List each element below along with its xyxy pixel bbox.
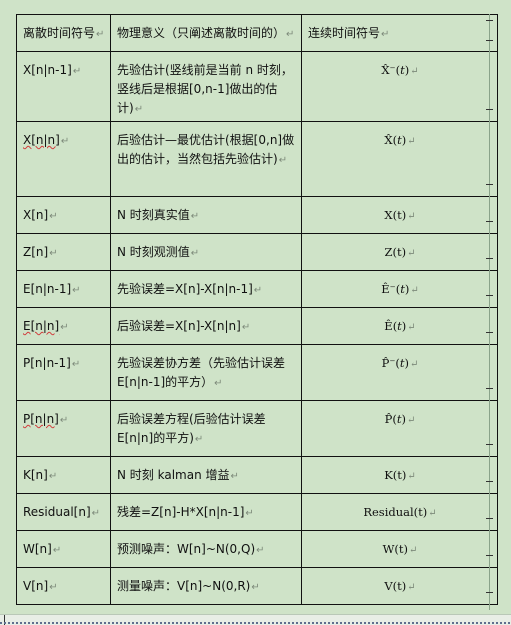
meaning-cell: 后验估计—最优估计(根据[0,n]做出的估计，当然包括先验估计)↵ [110, 121, 302, 197]
discrete-symbol-cell: K[n]↵ [16, 456, 111, 494]
continuous-symbol-cell: Z(t)↵ [301, 233, 498, 271]
row-boundary-tick [486, 481, 493, 482]
continuous-symbol-cell: K(t)↵ [301, 456, 498, 494]
header-cell: 连续时间符号↵ [301, 14, 498, 52]
table-row: K[n]↵ N 时刻 kalman 增益↵ K(t)↵ [16, 456, 498, 494]
table-row: V[n]↵ 测量噪声：V[n]~N(0,R)↵ V(t)↵ [16, 567, 498, 605]
discrete-symbol-cell: X[n|n]↵ [16, 121, 111, 197]
table-row: Residual[n]↵ 残差=Z[n]-H*X[n|n-1]↵ Residua… [16, 493, 498, 531]
row-boundary-tick [486, 555, 493, 556]
discrete-symbol-cell: Z[n]↵ [16, 233, 111, 271]
row-boundary-tick [486, 184, 493, 185]
row-boundary-tick [486, 109, 493, 110]
meaning-cell: 先验误差=X[n]-X[n|n-1]↵ [110, 270, 302, 308]
discrete-symbol-cell: W[n]↵ [16, 530, 111, 568]
meaning-cell: N 时刻真实值↵ [110, 196, 302, 234]
continuous-symbol-cell: X̂(𝑡)↵ [301, 121, 498, 197]
discrete-symbol-cell: V[n]↵ [16, 567, 111, 605]
meaning-cell: 后验误差方程(后验估计误差E[n|n]的平方)↵ [110, 400, 302, 457]
continuous-symbol-cell: W(t)↵ [301, 530, 498, 568]
meaning-cell: 残差=Z[n]-H*X[n|n-1]↵ [110, 493, 302, 531]
discrete-symbol-cell: Residual[n]↵ [16, 493, 111, 531]
table-row: P[n|n]↵ 后验误差方程(后验估计误差E[n|n]的平方)↵ P̂(𝑡)↵ [16, 400, 498, 457]
row-boundary-tick [486, 221, 493, 222]
table-row: W[n]↵ 预测噪声：W[n]~N(0,Q)↵ W(t)↵ [16, 530, 498, 568]
row-boundary-tick [486, 295, 493, 296]
row-boundary-tick [486, 332, 493, 333]
row-boundary-tick [486, 20, 493, 21]
continuous-symbol-cell: X(t)↵ [301, 196, 498, 234]
row-boundary-tick [486, 592, 493, 593]
bottom-ruler [0, 614, 511, 625]
table-row: E[n|n]↵ 后验误差=X[n]-X[n|n]↵ Ê(𝑡)↵ [16, 307, 498, 345]
discrete-symbol-cell: P[n|n]↵ [16, 400, 111, 457]
table-row: X[n|n]↵ 后验估计—最优估计(根据[0,n]做出的估计，当然包括先验估计)… [16, 121, 498, 197]
table-row: P[n|n-1]↵ 先验误差协方差（先验估计误差E[n|n-1]的平方）↵ P̂… [16, 344, 498, 401]
meaning-cell: 后验误差=X[n]-X[n|n]↵ [110, 307, 302, 345]
table-row: Z[n]↵ N 时刻观测值↵ Z(t)↵ [16, 233, 498, 271]
row-boundary-tick [486, 40, 493, 41]
table-row: X[n]↵ N 时刻真实值↵ X(t)↵ [16, 196, 498, 234]
discrete-symbol-cell: E[n|n]↵ [16, 307, 111, 345]
meaning-cell: N 时刻 kalman 增益↵ [110, 456, 302, 494]
header-cell: 物理意义（只阐述离散时间的）↵ [110, 14, 302, 52]
discrete-symbol-cell: X[n]↵ [16, 196, 111, 234]
meaning-cell: N 时刻观测值↵ [110, 233, 302, 271]
meaning-cell: 测量噪声：V[n]~N(0,R)↵ [110, 567, 302, 605]
continuous-symbol-cell: Residual(t)↵ [301, 493, 498, 531]
discrete-symbol-cell: P[n|n-1]↵ [16, 344, 111, 401]
row-boundary-tick [486, 388, 493, 389]
meaning-cell: 先验估计(竖线前是当前 n 时刻，竖线后是根据[0,n-1]做出的估计)↵ [110, 51, 302, 122]
header-cell: 离散时间符号↵ [16, 14, 111, 52]
continuous-symbol-cell: P̂(𝑡)↵ [301, 400, 498, 457]
row-boundary-tick [486, 444, 493, 445]
continuous-symbol-cell: Ê(𝑡)↵ [301, 307, 498, 345]
symbol-table: 离散时间符号↵ 物理意义（只阐述离散时间的）↵ 连续时间符号↵ X[n|n-1]… [16, 14, 498, 605]
meaning-cell: 预测噪声：W[n]~N(0,Q)↵ [110, 530, 302, 568]
continuous-symbol-cell: P̂⁻(𝑡)↵ [301, 344, 498, 401]
continuous-symbol-cell: Ê⁻(𝑡)↵ [301, 270, 498, 308]
top-cropped-text [0, 0, 511, 6]
meaning-cell: 先验误差协方差（先验估计误差E[n|n-1]的平方）↵ [110, 344, 302, 401]
table-move-handle-column [486, 14, 499, 610]
row-boundary-tick [486, 518, 493, 519]
row-boundary-tick [486, 258, 493, 259]
discrete-symbol-cell: X[n|n-1]↵ [16, 51, 111, 122]
table-row: E[n|n-1]↵ 先验误差=X[n]-X[n|n-1]↵ Ê⁻(𝑡)↵ [16, 270, 498, 308]
discrete-symbol-cell: E[n|n-1]↵ [16, 270, 111, 308]
table-header-row: 离散时间符号↵ 物理意义（只阐述离散时间的）↵ 连续时间符号↵ [16, 14, 498, 52]
table-row: X[n|n-1]↵ 先验估计(竖线前是当前 n 时刻，竖线后是根据[0,n-1]… [16, 51, 498, 122]
continuous-symbol-cell: X̂⁻(𝑡)↵ [301, 51, 498, 122]
continuous-symbol-cell: V(t)↵ [301, 567, 498, 605]
